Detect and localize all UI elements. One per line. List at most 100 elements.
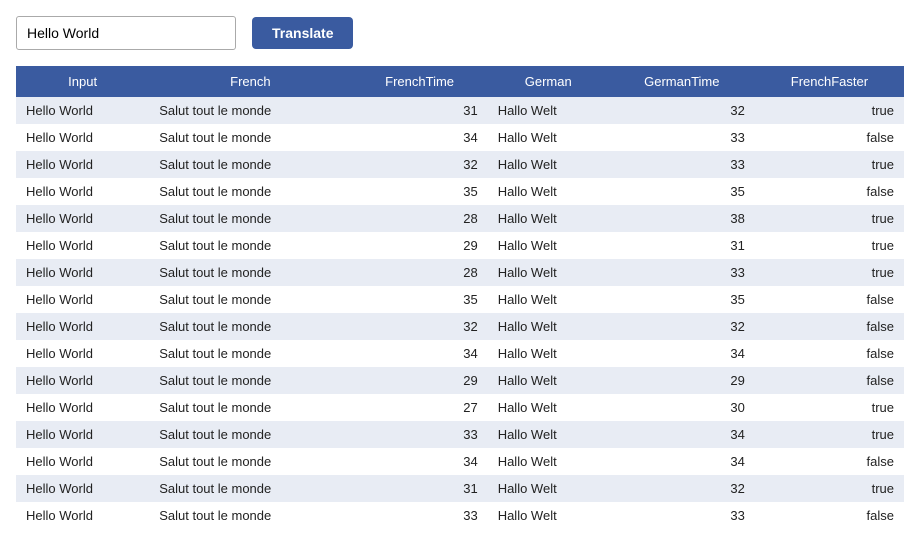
- table-cell: Hello World: [16, 448, 149, 475]
- table-row: Hello WorldSalut tout le monde28Hallo We…: [16, 205, 904, 232]
- table-cell: Salut tout le monde: [149, 259, 351, 286]
- table-cell: true: [755, 421, 904, 448]
- table-cell: Hello World: [16, 151, 149, 178]
- table-cell: Hallo Welt: [488, 367, 609, 394]
- table-cell: Salut tout le monde: [149, 448, 351, 475]
- table-cell: Hello World: [16, 367, 149, 394]
- table-cell: 34: [352, 340, 488, 367]
- table-cell: Salut tout le monde: [149, 421, 351, 448]
- table-cell: 32: [352, 151, 488, 178]
- table-cell: 28: [352, 205, 488, 232]
- table-cell: 29: [352, 232, 488, 259]
- table-cell: Hallo Welt: [488, 151, 609, 178]
- table-cell: 35: [609, 286, 755, 313]
- table-row: Hello WorldSalut tout le monde27Hallo We…: [16, 394, 904, 421]
- table-cell: Hallo Welt: [488, 475, 609, 502]
- col-header-germantime: GermanTime: [609, 66, 755, 97]
- col-header-frenchfaster: FrenchFaster: [755, 66, 904, 97]
- table-cell: 33: [609, 502, 755, 529]
- table-cell: true: [755, 394, 904, 421]
- table-cell: 33: [609, 259, 755, 286]
- top-bar: Translate: [16, 16, 904, 50]
- table-cell: 29: [352, 367, 488, 394]
- table-cell: Hallo Welt: [488, 286, 609, 313]
- col-header-frenchtime: FrenchTime: [352, 66, 488, 97]
- table-cell: Hallo Welt: [488, 205, 609, 232]
- table-cell: true: [755, 232, 904, 259]
- table-row: Hello WorldSalut tout le monde32Hallo We…: [16, 151, 904, 178]
- table-cell: Hallo Welt: [488, 313, 609, 340]
- table-cell: Salut tout le monde: [149, 475, 351, 502]
- table-cell: true: [755, 475, 904, 502]
- table-cell: 34: [352, 448, 488, 475]
- col-header-input: Input: [16, 66, 149, 97]
- table-cell: 33: [609, 124, 755, 151]
- table-row: Hello WorldSalut tout le monde35Hallo We…: [16, 178, 904, 205]
- table-cell: Hello World: [16, 340, 149, 367]
- table-cell: Salut tout le monde: [149, 286, 351, 313]
- col-header-french: French: [149, 66, 351, 97]
- table-cell: Salut tout le monde: [149, 313, 351, 340]
- table-cell: false: [755, 367, 904, 394]
- table-cell: Hallo Welt: [488, 502, 609, 529]
- search-input[interactable]: [16, 16, 236, 50]
- table-cell: false: [755, 502, 904, 529]
- table-row: Hello WorldSalut tout le monde35Hallo We…: [16, 286, 904, 313]
- table-cell: 34: [609, 340, 755, 367]
- table-cell: Salut tout le monde: [149, 340, 351, 367]
- table-cell: 33: [609, 151, 755, 178]
- table-row: Hello WorldSalut tout le monde34Hallo We…: [16, 448, 904, 475]
- table-row: Hello WorldSalut tout le monde28Hallo We…: [16, 259, 904, 286]
- table-cell: 35: [609, 178, 755, 205]
- table-cell: Hello World: [16, 97, 149, 124]
- table-cell: 28: [352, 259, 488, 286]
- table-cell: Hallo Welt: [488, 259, 609, 286]
- table-cell: Hallo Welt: [488, 340, 609, 367]
- table-cell: Hallo Welt: [488, 421, 609, 448]
- table-cell: Salut tout le monde: [149, 232, 351, 259]
- table-cell: Hello World: [16, 178, 149, 205]
- table-cell: Salut tout le monde: [149, 178, 351, 205]
- table-cell: Salut tout le monde: [149, 367, 351, 394]
- results-table: Input French FrenchTime German GermanTim…: [16, 66, 904, 529]
- table-cell: false: [755, 448, 904, 475]
- table-cell: Salut tout le monde: [149, 124, 351, 151]
- table-row: Hello WorldSalut tout le monde33Hallo We…: [16, 421, 904, 448]
- table-cell: 31: [352, 475, 488, 502]
- table-cell: Hello World: [16, 421, 149, 448]
- table-header-row: Input French FrenchTime German GermanTim…: [16, 66, 904, 97]
- table-cell: Salut tout le monde: [149, 502, 351, 529]
- table-cell: Hallo Welt: [488, 178, 609, 205]
- table-row: Hello WorldSalut tout le monde29Hallo We…: [16, 367, 904, 394]
- table-cell: 34: [352, 124, 488, 151]
- table-row: Hello WorldSalut tout le monde34Hallo We…: [16, 340, 904, 367]
- table-cell: true: [755, 205, 904, 232]
- table-cell: false: [755, 313, 904, 340]
- translate-button[interactable]: Translate: [252, 17, 353, 49]
- table-cell: false: [755, 178, 904, 205]
- table-cell: false: [755, 124, 904, 151]
- table-cell: Hallo Welt: [488, 97, 609, 124]
- table-cell: true: [755, 97, 904, 124]
- table-cell: Salut tout le monde: [149, 394, 351, 421]
- table-cell: Salut tout le monde: [149, 205, 351, 232]
- table-row: Hello WorldSalut tout le monde31Hallo We…: [16, 475, 904, 502]
- table-cell: 33: [352, 421, 488, 448]
- table-row: Hello WorldSalut tout le monde32Hallo We…: [16, 313, 904, 340]
- table-cell: 31: [609, 232, 755, 259]
- table-cell: Hallo Welt: [488, 232, 609, 259]
- table-cell: 32: [352, 313, 488, 340]
- table-cell: Hallo Welt: [488, 124, 609, 151]
- table-cell: 32: [609, 97, 755, 124]
- table-row: Hello WorldSalut tout le monde34Hallo We…: [16, 124, 904, 151]
- table-cell: false: [755, 340, 904, 367]
- table-cell: true: [755, 151, 904, 178]
- table-cell: Salut tout le monde: [149, 151, 351, 178]
- col-header-german: German: [488, 66, 609, 97]
- table-cell: Hello World: [16, 502, 149, 529]
- table-cell: Hello World: [16, 394, 149, 421]
- table-cell: 35: [352, 178, 488, 205]
- table-cell: 30: [609, 394, 755, 421]
- table-cell: true: [755, 259, 904, 286]
- table-cell: 38: [609, 205, 755, 232]
